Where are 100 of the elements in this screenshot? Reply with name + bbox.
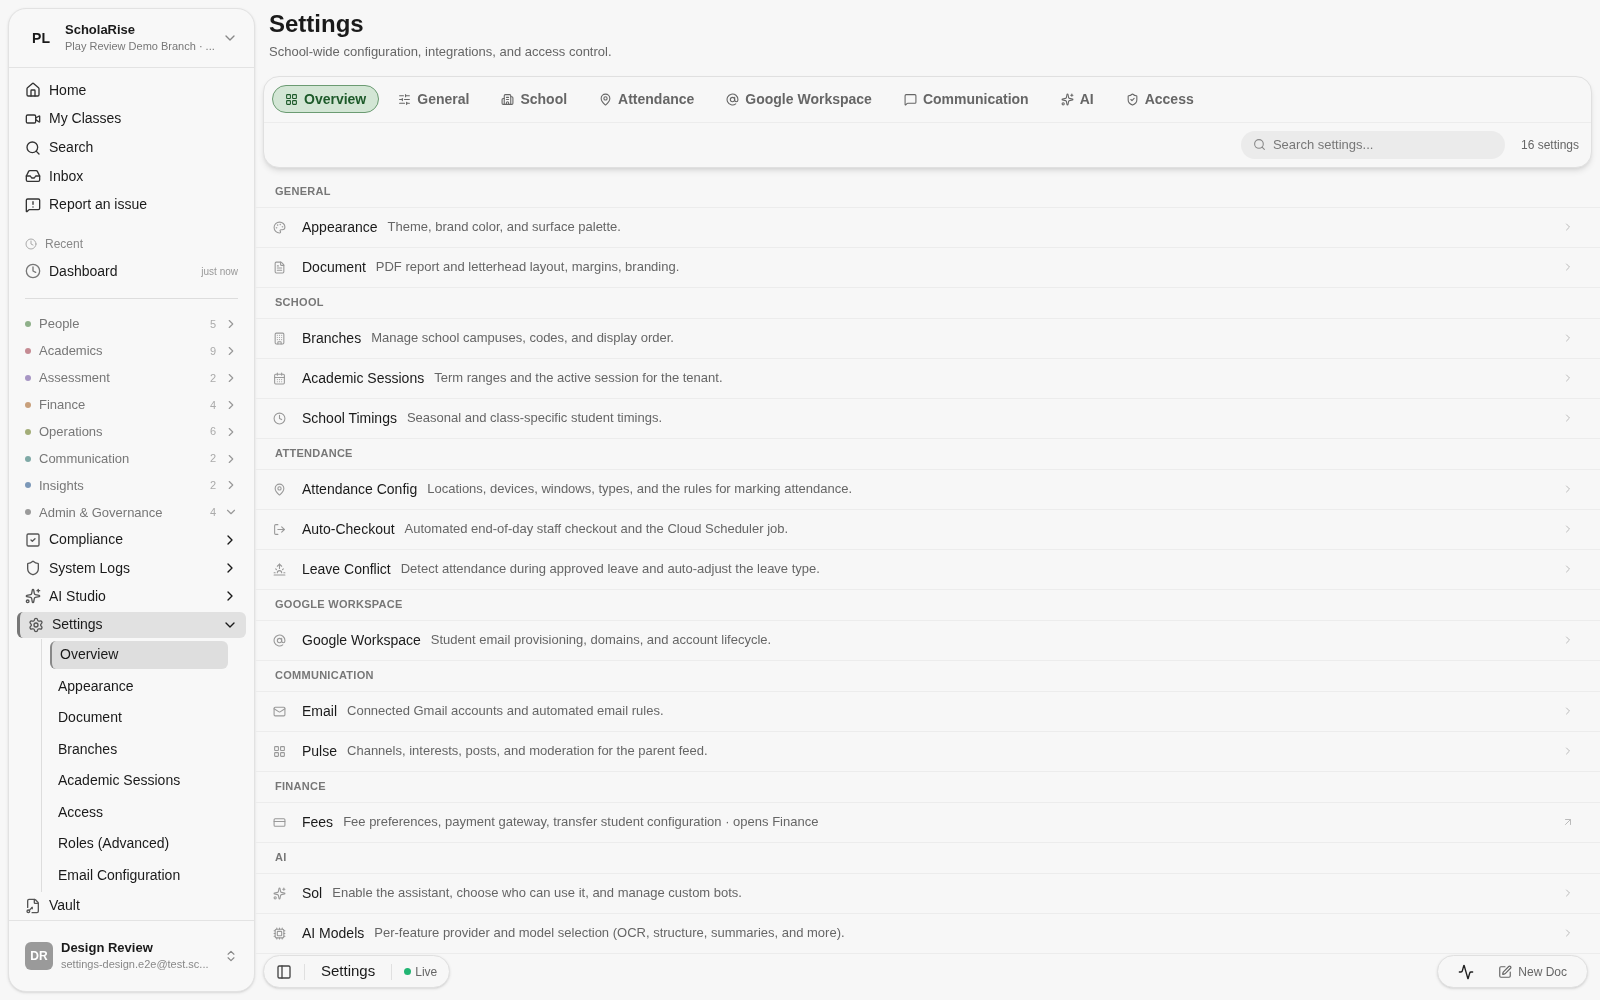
nav-icon [25,168,41,185]
clock-icon [25,263,41,280]
workspace-branch: Play Review Demo Branch · ... [65,39,214,54]
row-title: Appearance [302,217,378,237]
row-icon [273,633,286,647]
section-heading: SCHOOL [275,295,324,311]
nav-icon [25,560,41,577]
group-count: 9 [209,343,216,359]
row-description: Per-feature provider and model selection (OCR, structure, summaries, and more). [374,924,846,943]
settings-row[interactable]: Sol Enable the assistant, choose who can use it, and manage custom bots. [255,873,1600,914]
settings-row[interactable]: Auto-Checkout Automated end-of-day staff checkout and the Cloud Scheduler job. [255,509,1600,550]
row-description: Enable the assistant, choose who can use it, and manage custom bots. [332,884,743,903]
subnav-item[interactable]: Overview [50,640,228,670]
settings-row[interactable]: Branches Manage school campuses, codes, and display order. [255,318,1600,359]
row-title: Branches [302,328,362,348]
settings-row[interactable]: Google Workspace Student email provisioning, domains, and account lifecycle. [255,620,1600,661]
section-heading: FINANCE [275,779,326,795]
row-description: Channels, interests, posts, and moderation for the parent feed. [347,742,709,761]
search-field[interactable]: Search settings... [1240,130,1505,159]
row-icon [273,744,286,758]
pen-square-icon [1498,964,1513,979]
tab[interactable]: Google Workspace [713,85,885,113]
user-avatar: DR [25,942,53,970]
nav-icon [25,139,41,156]
subnav-item[interactable]: Email Configuration [50,861,228,890]
recent-item[interactable]: Dashboard just now [17,256,246,286]
nav-item[interactable]: My Classes [17,104,246,134]
settings-row[interactable]: AI Models Per-feature provider and model selection (OCR, structure, summaries, and more). [255,913,1600,954]
nav-group[interactable]: Communication 2 [17,445,246,472]
subnav-item[interactable]: Appearance [50,672,228,701]
nav-item[interactable]: Settings [17,611,246,638]
tab[interactable]: Communication [890,85,1042,113]
nav-item[interactable]: Report an issue [17,190,246,220]
row-title: Sol [302,883,323,903]
row-title: Document [302,257,366,277]
row-title: Fees [302,812,334,832]
recent-label: Dashboard [49,261,119,281]
settings-row[interactable]: Leave Conflict Detect attendance during approved leave and auto-adjust the leave type. [255,549,1600,590]
settings-row[interactable]: Appearance Theme, brand color, and surface palette. [255,207,1600,248]
row-description: Student email provisioning, domains, and account lifecycle. [430,631,773,650]
settings-count: 16 settings [1520,136,1579,154]
sidebar-toggle-icon[interactable] [276,963,292,980]
row-description: Connected Gmail accounts and automated email rules. [347,702,665,721]
workspace-name: ScholaRise [65,22,137,38]
activity-icon[interactable] [1458,963,1475,980]
settings-row[interactable]: School Timings Seasonal and class-specific student timings. [255,398,1600,439]
page-title: Settings [269,9,365,39]
subnav-item[interactable]: Access [50,798,228,827]
nav-icon [25,897,41,914]
row-icon [273,220,286,234]
tab[interactable]: Access [1112,85,1207,113]
nav-icon [25,82,41,99]
tab-icon [501,92,515,106]
nav-group[interactable]: Finance 4 [17,391,246,419]
tab[interactable]: AI [1047,85,1107,113]
section-heading: COMMUNICATION [275,668,374,684]
nav-group[interactable]: Insights 2 [17,472,246,499]
row-description: PDF report and letterhead layout, margins, branding. [375,258,681,277]
live-status: Live [415,963,438,981]
group-count: 4 [209,505,216,521]
nav-group[interactable]: Assessment 2 [17,364,246,392]
tab-icon [903,92,917,106]
subnav-item[interactable]: Academic Sessions [50,766,228,796]
settings-row[interactable]: Document PDF report and letterhead layout, margins, branding. [255,247,1600,288]
row-icon [273,704,286,718]
tab[interactable]: Attendance [586,85,708,113]
tab-icon [599,92,613,106]
nav-item[interactable]: Vault [17,892,246,919]
tab[interactable]: General [385,85,483,113]
nav-item[interactable]: System Logs [17,555,246,582]
settings-row[interactable]: Pulse Channels, interests, posts, and moderation for the parent feed. [255,731,1600,772]
nav-group[interactable]: Operations 6 [17,418,246,446]
tab[interactable]: School [488,85,581,113]
settings-row[interactable]: Attendance Config Locations, devices, windows, types, and the rules for marking attendance. [255,469,1600,510]
settings-row[interactable]: Fees Fee preferences, payment gateway, transfer student configuration · opens Finance [255,802,1600,843]
clock-icon [25,237,37,250]
group-label: Communication [39,449,131,468]
settings-row[interactable]: Email Connected Gmail accounts and automated email rules. [255,691,1600,732]
subnav-item[interactable]: Roles (Advanced) [50,829,228,859]
subnav-item[interactable]: Branches [50,735,228,764]
row-description: Detect attendance during approved leave and auto-adjust the leave type. [400,560,821,579]
nav-item[interactable]: Inbox [17,161,246,191]
nav-group[interactable]: People 5 [17,310,246,338]
settings-row[interactable]: Academic Sessions Term ranges and the active session for the tenant. [255,358,1600,399]
section-heading: ATTENDANCE [275,446,353,462]
group-count: 2 [209,451,216,467]
subnav-item[interactable]: Document [50,703,228,733]
nav-group[interactable]: Admin & Governance 4 [17,498,246,526]
nav-item[interactable]: Compliance [17,526,246,554]
user-email: settings-design.e2e@test.sc... [61,957,210,972]
nav-icon [25,588,41,605]
row-description: Locations, devices, windows, types, and the rules for marking attendance. [427,480,854,499]
nav-item[interactable]: Home [17,76,246,105]
nav-group[interactable]: Academics 9 [17,337,246,365]
bar-title: Settings [320,961,377,982]
nav-item[interactable]: Search [17,133,246,162]
tab-icon [1125,92,1139,106]
nav-item[interactable]: AI Studio [17,583,246,610]
page-subtitle: School-wide configuration, integrations, and access control. [269,43,613,61]
tab[interactable]: Overview [272,85,380,113]
